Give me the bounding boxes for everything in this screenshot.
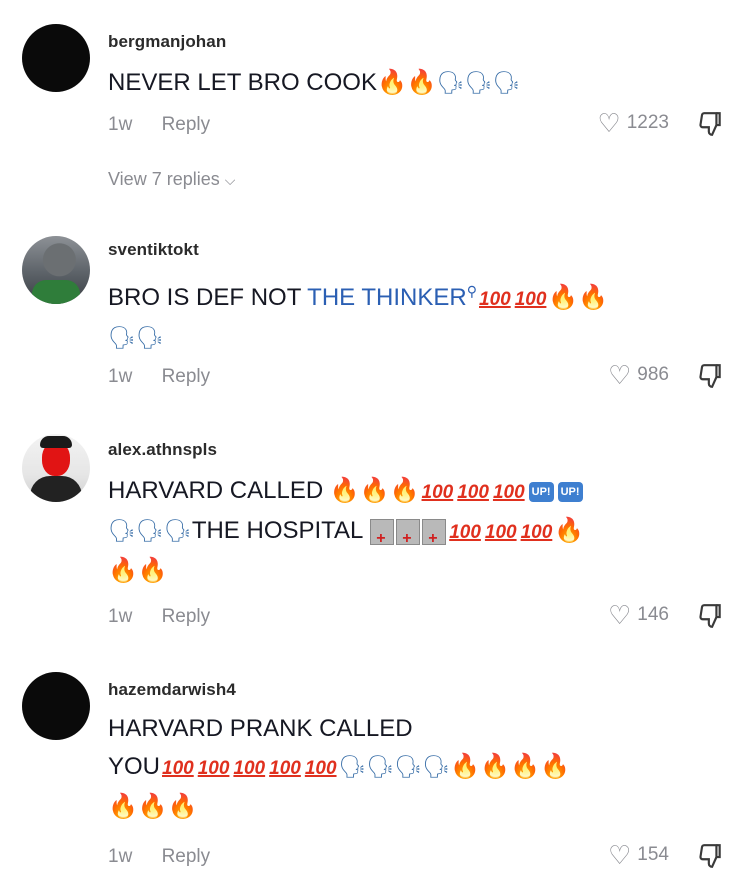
like-button[interactable]: ♡ 1223 (597, 110, 669, 136)
comment-meta: 1w Reply (108, 114, 210, 136)
speaking-head-emoji: 🗣 (108, 325, 136, 350)
hospital-emoji (422, 518, 447, 558)
hundred-emoji: 100 (449, 522, 481, 543)
like-button[interactable]: ♡ 146 (608, 602, 669, 628)
speaking-head-emoji: 🗣 (436, 70, 465, 95)
fire-emoji: 🔥 (167, 793, 198, 820)
comment-text: NEVER LET BRO COOK🔥🔥🗣🗣🗣 (108, 69, 521, 96)
reply-button[interactable]: Reply (162, 846, 211, 867)
reply-button[interactable]: Reply (162, 366, 211, 387)
avatar[interactable] (22, 24, 90, 92)
hundred-emoji: 100 (269, 758, 301, 779)
hundred-emoji: 100 (492, 482, 525, 503)
avatar[interactable] (22, 236, 90, 304)
comment-text: HARVARD PRANK CALLED YOU 100 100 100 100 100🗣… (108, 715, 570, 820)
thumbs-down-icon[interactable] (697, 602, 725, 630)
fire-emoji: 🔥 (389, 477, 420, 504)
thumbs-down-icon[interactable] (697, 362, 725, 390)
speaking-head-emoji: 🗣 (492, 70, 521, 95)
hundred-emoji: 100 (520, 522, 553, 543)
comment-meta: 1w Reply (108, 846, 210, 868)
fire-emoji: 🔥 (578, 284, 609, 311)
comment-username[interactable]: alex.athnspls (108, 440, 217, 460)
hundred-emoji: 100 (233, 758, 266, 779)
hundred-emoji: 100 (162, 758, 194, 779)
thumbs-down-icon[interactable] (697, 110, 725, 138)
heart-outline-icon: ♡ (607, 360, 632, 390)
fire-emoji: 🔥 (137, 793, 168, 820)
up-emoji: UP! (528, 481, 554, 502)
speaking-head-emoji: 🗣 (394, 754, 423, 779)
heart-outline-icon: ♡ (597, 108, 621, 138)
search-link[interactable]: THE THINKER (307, 284, 467, 311)
view-replies-button[interactable]: View 7 replies ⌵ (108, 169, 235, 190)
comment-username[interactable]: bergmanjohan (108, 32, 226, 52)
speaking-head-emoji: 🗣 (422, 754, 451, 779)
fire-emoji: 🔥 (108, 793, 138, 820)
comment-meta: 1w Reply (108, 366, 210, 388)
fire-emoji: 🔥 (539, 753, 570, 780)
heart-outline-icon: ♡ (607, 600, 632, 630)
up-emoji: UP! (557, 481, 583, 502)
fire-emoji: 🔥 (108, 557, 138, 584)
hundred-emoji: 100 (304, 758, 337, 779)
speaking-head-emoji: 🗣 (366, 754, 395, 779)
hospital-emoji (396, 518, 421, 558)
like-button[interactable]: ♡ 986 (608, 362, 669, 388)
hundred-emoji: 100 (514, 289, 547, 310)
comment-time: 1w (108, 846, 133, 867)
comment-time: 1w (108, 606, 133, 627)
speaking-head-emoji: 🗣 (163, 518, 192, 543)
like-count: 154 (637, 844, 669, 865)
fire-emoji: 🔥 (548, 284, 579, 311)
comment-meta: 1w Reply (108, 606, 210, 628)
comment-time: 1w (108, 114, 133, 135)
hundred-emoji: 100 (421, 482, 454, 503)
speaking-head-emoji: 🗣 (108, 518, 136, 543)
like-count: 146 (637, 604, 669, 625)
like-button[interactable]: ♡ 154 (608, 842, 669, 868)
heart-outline-icon: ♡ (607, 840, 632, 870)
fire-emoji: 🔥 (376, 69, 407, 96)
speaking-head-emoji: 🗣 (338, 754, 367, 779)
avatar[interactable] (22, 672, 90, 740)
hundred-emoji: 100 (457, 482, 489, 503)
search-icon: ⚲ (466, 283, 477, 299)
fire-emoji: 🔥 (137, 557, 168, 584)
reply-button[interactable]: Reply (162, 114, 211, 135)
comment-time: 1w (108, 366, 133, 387)
hospital-emoji (370, 518, 395, 558)
fire-emoji: 🔥 (554, 517, 585, 544)
comment-username[interactable]: sventiktokt (108, 240, 199, 260)
thumbs-down-icon[interactable] (697, 842, 725, 870)
like-count: 1223 (626, 112, 669, 133)
hundred-emoji: 100 (197, 758, 230, 779)
fire-emoji: 🔥 (359, 477, 390, 504)
like-count: 986 (637, 364, 669, 385)
speaking-head-emoji: 🗣 (135, 518, 164, 543)
comment-username[interactable]: hazemdarwish4 (108, 680, 236, 700)
avatar[interactable] (22, 434, 90, 502)
comment-text: BRO IS DEF NOT THE THINKER⚲ 100 100🔥🔥 🗣🗣 (108, 283, 609, 350)
speaking-head-emoji: 🗣 (464, 70, 493, 95)
fire-emoji: 🔥 (510, 753, 540, 780)
speaking-head-emoji: 🗣 (135, 325, 164, 350)
fire-emoji: 🔥 (450, 753, 481, 780)
fire-emoji: 🔥 (480, 753, 511, 780)
comment-text: HARVARD CALLED 🔥🔥🔥 100 100 100 UP! UP! 🗣🗣🗣THE… (108, 472, 728, 590)
chevron-down-icon: ⌵ (224, 172, 236, 188)
hundred-emoji: 100 (484, 522, 517, 543)
hundred-emoji: 100 (479, 289, 511, 310)
fire-emoji: 🔥 (329, 477, 360, 504)
reply-button[interactable]: Reply (162, 606, 211, 627)
fire-emoji: 🔥 (406, 69, 437, 96)
